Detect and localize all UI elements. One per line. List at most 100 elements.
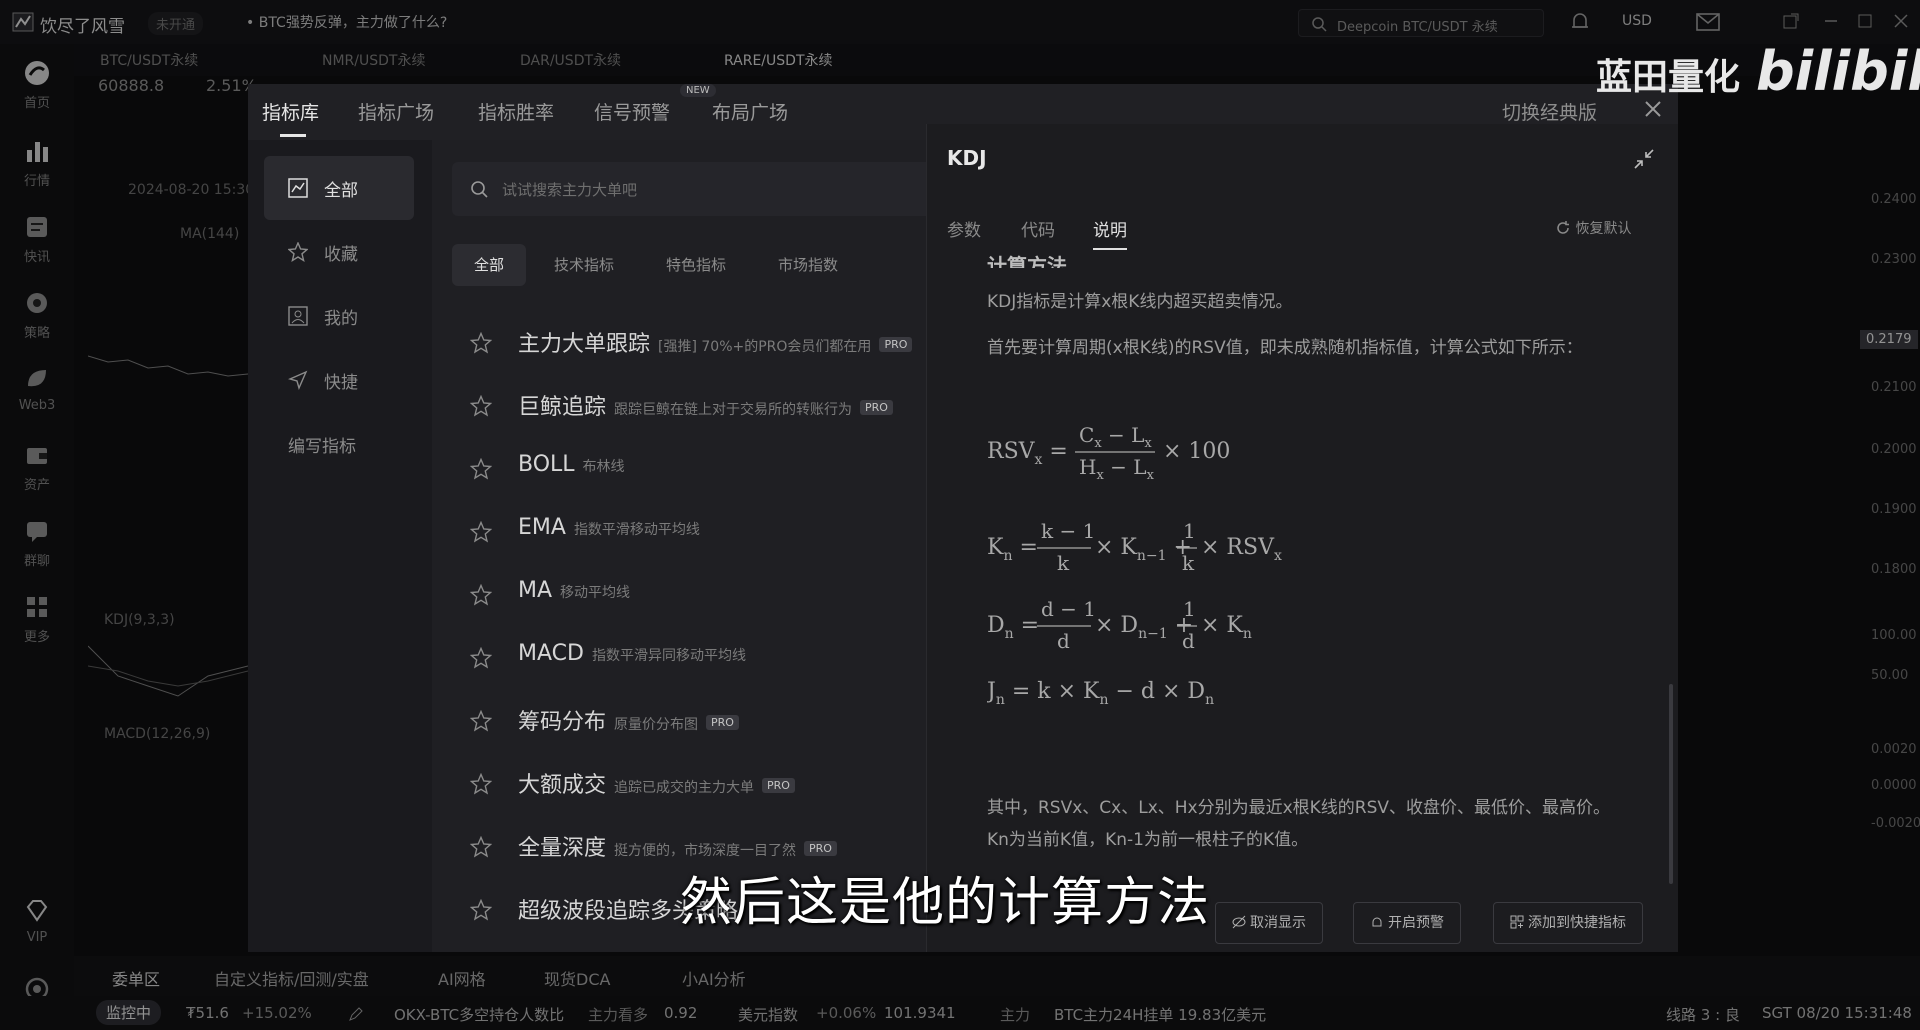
scrollbar[interactable] bbox=[1669, 684, 1673, 884]
nav-shortcut[interactable]: 快捷 bbox=[264, 348, 414, 412]
new-badge: NEW bbox=[680, 84, 716, 97]
kdj-label: KDJ(9,3,3) bbox=[104, 612, 175, 628]
switch-classic-button[interactable]: 切换经典版 bbox=[1502, 98, 1597, 125]
edit-icon[interactable] bbox=[348, 1006, 364, 1022]
svg-text:Kn =: Kn = bbox=[987, 535, 1038, 564]
chip-featured[interactable]: 特色指标 bbox=[644, 244, 748, 286]
modal-side-nav: 全部 收藏 我的 快捷 编写指标 bbox=[248, 140, 432, 952]
nav-favorites[interactable]: 收藏 bbox=[264, 220, 414, 284]
top-search-input[interactable]: Deepcoin BTC/USDT 永续 bbox=[1298, 9, 1544, 37]
kdj-lines bbox=[88, 645, 248, 697]
rail-vip[interactable]: VIP bbox=[0, 896, 74, 945]
indicator-row[interactable]: 主力大单跟踪 [强推] 70%+的PRO会员们都在用 PRO bbox=[432, 312, 942, 374]
close-window-icon[interactable] bbox=[1892, 12, 1910, 30]
tab-signal-alert[interactable]: 信号预警 bbox=[594, 98, 670, 125]
news-icon bbox=[22, 212, 52, 242]
symbol-tab[interactable]: DAR/USDT永续 bbox=[520, 50, 621, 70]
minimize-icon[interactable] bbox=[1822, 12, 1840, 30]
wallet-icon bbox=[22, 440, 52, 470]
username[interactable]: 饮尽了风雪 bbox=[40, 12, 125, 37]
main-force-orders: BTC主力24H挂单 19.83亿美元 bbox=[1054, 1006, 1267, 1024]
bilibili-logo: bilibili bbox=[1756, 40, 1920, 103]
tab-layout-square[interactable]: 布局广场 bbox=[712, 98, 788, 125]
rail-assets[interactable]: 资产 bbox=[0, 440, 74, 493]
add-shortcut-button[interactable]: 添加到快捷指标 bbox=[1493, 902, 1643, 944]
indicator-row[interactable]: MACD 指数平滑异同移动平均线 bbox=[432, 627, 942, 689]
rail-more[interactable]: 更多 bbox=[0, 592, 74, 645]
favorite-star-icon[interactable] bbox=[470, 836, 492, 858]
indicator-row[interactable]: 筹码分布 原量价分布图 PRO bbox=[432, 690, 942, 752]
collapse-icon[interactable] bbox=[1633, 148, 1655, 170]
favorite-star-icon[interactable] bbox=[470, 584, 492, 606]
refresh-icon bbox=[1555, 220, 1571, 236]
tab-win-rate[interactable]: 指标胜率 bbox=[478, 98, 554, 125]
price-axis-label: 0.2300 bbox=[1871, 252, 1917, 267]
chip-market-index[interactable]: 市场指数 bbox=[756, 244, 860, 286]
indicator-name: 大额成交 bbox=[518, 773, 607, 798]
maximize-icon[interactable] bbox=[1856, 12, 1874, 30]
popout-icon[interactable] bbox=[1782, 12, 1800, 30]
grid-icon bbox=[22, 592, 52, 622]
star-icon bbox=[288, 242, 308, 262]
kdj-axis-label: 100.00 bbox=[1871, 628, 1917, 643]
tab-orders[interactable]: 委单区 bbox=[112, 966, 160, 990]
price-axis-label: 0.1800 bbox=[1871, 562, 1917, 577]
candlestick-sparkline bbox=[88, 355, 248, 377]
chip-all[interactable]: 全部 bbox=[452, 244, 527, 286]
favorite-star-icon[interactable] bbox=[470, 521, 492, 543]
rail-home[interactable]: 首页 bbox=[0, 58, 74, 111]
indicator-desc: 指数平滑异同移动平均线 bbox=[591, 648, 746, 664]
bell-icon[interactable] bbox=[1570, 11, 1590, 33]
favorite-star-icon[interactable] bbox=[470, 395, 492, 417]
rail-market[interactable]: 行情 bbox=[0, 136, 74, 189]
enable-alert-button[interactable]: 开启预警 bbox=[1353, 902, 1461, 944]
symbol-tab[interactable]: BTC/USDT永续 bbox=[100, 50, 198, 70]
tab-indicator-square[interactable]: 指标广场 bbox=[358, 98, 434, 125]
indicator-name: 全量深度 bbox=[518, 836, 607, 861]
nav-all[interactable]: 全部 bbox=[264, 156, 414, 220]
symbol-tab-active[interactable]: RARE/USDT永续 bbox=[724, 50, 833, 70]
favorite-star-icon[interactable] bbox=[470, 458, 492, 480]
favorite-star-icon[interactable] bbox=[470, 332, 492, 354]
tab-description[interactable]: 说明 bbox=[1093, 216, 1127, 250]
indicator-search-input[interactable]: 试试搜索主力大单吧 bbox=[452, 162, 952, 216]
symbol-tab[interactable]: NMR/USDT永续 bbox=[322, 50, 425, 70]
rail-news[interactable]: 快讯 bbox=[0, 212, 74, 265]
rail-strategy[interactable]: 策略 bbox=[0, 288, 74, 341]
tab-spot-dca[interactable]: 现货DCA bbox=[544, 966, 610, 990]
currency-select[interactable]: USD bbox=[1622, 13, 1652, 29]
indicator-row[interactable]: 巨鲸追踪 跟踪巨鲸在链上对于交易所的转账行为 PRO bbox=[432, 375, 942, 437]
usd-index-value: 101.9341 bbox=[884, 1004, 956, 1022]
tab-ai-analysis[interactable]: 小AI分析 bbox=[682, 966, 746, 990]
indicator-row[interactable]: MA 移动平均线 bbox=[432, 564, 942, 626]
rail-chat[interactable]: 群聊 bbox=[0, 516, 74, 569]
indicator-desc: 挺方便的，市场深度一目了然 bbox=[614, 843, 797, 859]
indicator-row[interactable]: EMA 指数平滑移动平均线 bbox=[432, 501, 942, 563]
favorite-star-icon[interactable] bbox=[470, 899, 492, 921]
restore-default-button[interactable]: 恢复默认 bbox=[1555, 218, 1631, 238]
tab-code[interactable]: 代码 bbox=[1021, 216, 1055, 241]
indicator-row[interactable]: BOLL 布林线 bbox=[432, 438, 942, 500]
tab-params[interactable]: 参数 bbox=[947, 216, 981, 241]
bar-chart-icon bbox=[22, 136, 52, 166]
favorite-star-icon[interactable] bbox=[470, 647, 492, 669]
monitor-badge[interactable]: 监控中 bbox=[96, 1000, 162, 1025]
favorite-star-icon[interactable] bbox=[470, 710, 492, 732]
okx-bias: 主力看多 bbox=[588, 1006, 649, 1024]
pro-badge: PRO bbox=[762, 778, 795, 793]
cancel-display-button[interactable]: 取消显示 bbox=[1215, 902, 1323, 944]
mail-icon[interactable] bbox=[1696, 13, 1720, 31]
monitor-change: +15.02% bbox=[242, 1004, 312, 1022]
news-ticker[interactable]: • BTC强势反弹，主力做了什么? bbox=[246, 12, 447, 32]
vip-status-badge[interactable]: 未开通 bbox=[148, 12, 204, 35]
tab-custom-indicators[interactable]: 自定义指标/回测/实盘 bbox=[214, 966, 369, 990]
indicator-row[interactable]: 大额成交 追踪已成交的主力大单 PRO bbox=[432, 753, 942, 815]
nav-mine[interactable]: 我的 bbox=[264, 284, 414, 348]
tab-ai-grid[interactable]: AI网格 bbox=[438, 966, 486, 990]
favorite-star-icon[interactable] bbox=[470, 773, 492, 795]
tab-indicator-library[interactable]: 指标库 bbox=[262, 98, 319, 137]
nav-write-indicator[interactable]: 编写指标 bbox=[264, 412, 414, 476]
chip-technical[interactable]: 技术指标 bbox=[532, 244, 636, 286]
rail-web3[interactable]: Web3 bbox=[0, 364, 74, 413]
network-line[interactable]: 线路 3 : 良 bbox=[1666, 1004, 1740, 1025]
